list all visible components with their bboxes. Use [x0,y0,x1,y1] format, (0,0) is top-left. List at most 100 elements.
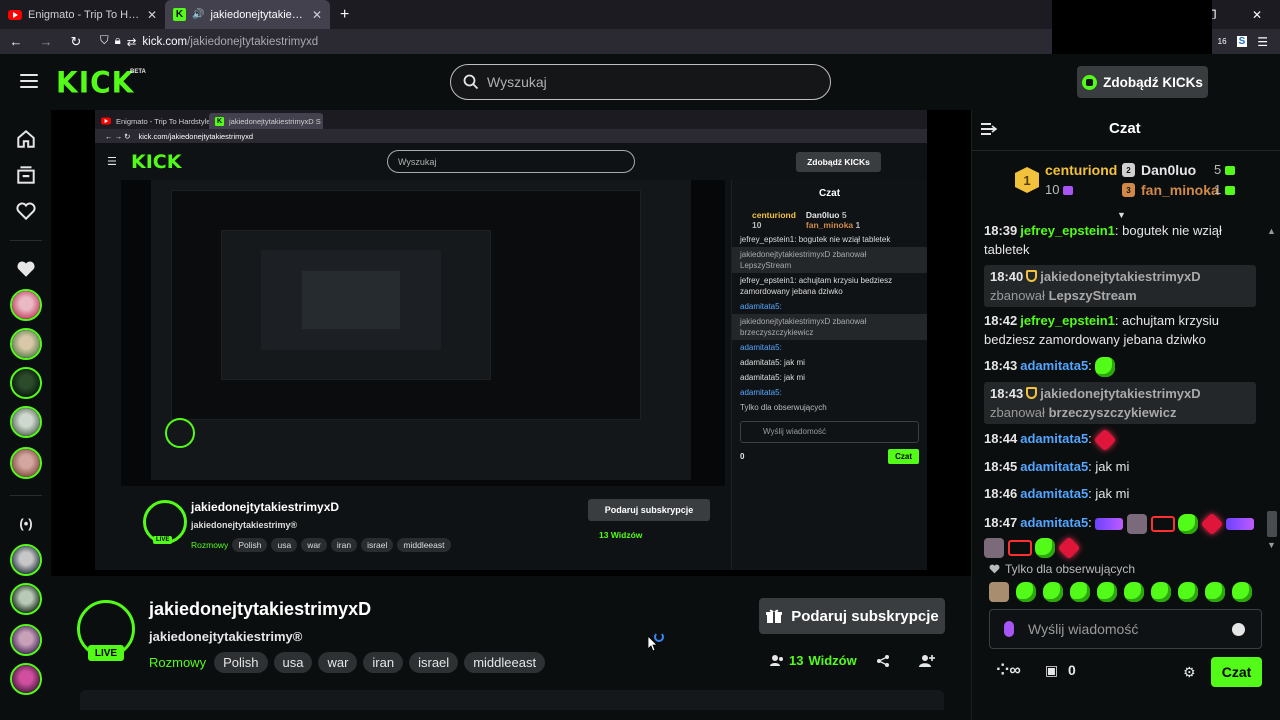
message-username[interactable]: adamitata5 [1020,515,1088,530]
emoji-picker-icon[interactable] [1232,623,1245,636]
nested-tag: Polish [232,538,268,552]
green-emote-icon[interactable] [1124,582,1144,602]
stream-tag[interactable]: usa [273,652,313,673]
followed-channel-avatar[interactable] [10,447,42,479]
browse-icon[interactable] [15,164,37,186]
nested-lb-count: 5 [841,210,847,220]
browser-tab-kick[interactable]: K 🔊 jakiedonejtytakiestrimyxD S ✕ [165,0,330,29]
message-username[interactable]: adamitata5 [1020,486,1088,501]
microphone-icon[interactable] [1004,621,1014,637]
recommended-channel-avatar[interactable] [10,544,42,576]
cat-emote-icon[interactable] [989,582,1009,602]
chat-message-box[interactable] [989,609,1262,649]
gift-box-icon[interactable]: ▣ [1045,662,1058,679]
stream-tag[interactable]: israel [409,652,459,673]
recommended-channel-avatar[interactable] [10,624,42,656]
gifter-name-first[interactable]: centuriond [1045,162,1117,178]
nested-lb-name: fan_minoka [805,220,854,230]
speaker-icon[interactable]: 🔊 [192,9,204,20]
streamer-username[interactable]: jakiedonejtytakiestrimy® [149,629,302,644]
home-icon[interactable] [15,128,37,150]
channel-points-icon[interactable]: ⁘∞ [996,660,1021,680]
chat-settings-icon[interactable]: ⚙ [1183,664,1196,681]
moderator-name[interactable]: jakiedonejtytakiestrimyxD [1040,269,1200,284]
first-place-badge-icon: 1 [1015,167,1039,193]
site-info-icon[interactable]: ⇄ [127,35,137,49]
message-time: 18:39 [984,223,1018,238]
message-text: : jak mi [1088,459,1130,474]
hamburger-menu-icon[interactable] [20,74,38,88]
stream-tag[interactable]: iran [363,652,404,673]
message-username[interactable]: adamitata5 [1020,459,1088,474]
stream-tag[interactable]: middleeast [464,652,546,673]
lock-icon[interactable]: 🔒︎ [115,35,121,48]
gift-sub-icon [1225,166,1236,176]
search-icon [463,74,479,90]
chat-message: 18:45 adamitata5: jak mi [984,457,1256,476]
reload-icon[interactable]: ↻ [68,34,84,50]
overlay-panel [1052,0,1212,58]
recommended-channel-avatar[interactable] [10,663,42,695]
browser-tab-youtube[interactable]: Enigmato - Trip To Hardstyl ✕ [0,0,165,29]
address-bar[interactable]: ⛉ 🔒︎ ⇄ kick.com/jakiedonejtytakiestrimyx… [100,35,318,49]
menu-icon[interactable]: ☰ [1257,35,1268,49]
new-tab-button[interactable]: + [330,0,359,29]
scroll-up-icon[interactable]: ▲ [1267,226,1276,236]
stream-category[interactable]: Rozmowy [149,655,206,670]
video-player[interactable]: Enigmato - Trip To Hardstyle Kjakiedonej… [51,110,971,576]
extension-icon[interactable]: S [1236,36,1248,47]
message-username[interactable]: jefrey_epstein1 [1020,313,1115,328]
green-emote-icon[interactable] [1097,582,1117,602]
followed-channel-avatar[interactable] [10,367,42,399]
recommended-channel-avatar[interactable] [10,583,42,615]
moderation-action: zbanował [990,405,1045,420]
search-bar[interactable] [450,64,831,100]
collapse-chat-icon[interactable] [981,122,997,136]
scroll-down-icon[interactable]: ▼ [1267,540,1276,550]
followed-channel-avatar[interactable] [10,328,42,360]
message-username[interactable]: adamitata5 [1020,431,1088,446]
stream-tag[interactable]: Polish [214,652,268,673]
get-kicks-button[interactable]: Zdobądź KICKs [1077,66,1208,98]
green-emote-icon[interactable] [1016,582,1036,602]
green-emote-icon[interactable] [1043,582,1063,602]
gift-subscription-button[interactable]: Podaruj subskrypcje [759,598,945,634]
green-emote-icon[interactable] [1151,582,1171,602]
chat-scrollbar[interactable] [1267,511,1277,537]
stream-tag[interactable]: war [318,652,358,673]
message-time: 18:43 [984,358,1018,373]
chat-message-input[interactable] [1028,621,1208,637]
gifter-count-value: 5 [1214,162,1222,177]
followed-channel-avatar[interactable] [10,289,42,321]
back-arrow-icon[interactable]: ← [8,34,24,49]
following-heart-icon[interactable] [15,200,37,222]
forward-arrow-icon[interactable]: → [38,34,54,49]
close-tab-icon[interactable]: ✕ [312,8,322,22]
banned-user[interactable]: brzeczyszczykiewicz [1049,405,1177,420]
message-time: 18:42 [984,313,1018,328]
banned-user[interactable]: LepszyStream [1049,288,1137,303]
gifter-third[interactable]: 3 fan_minoka [1122,182,1219,198]
nested-chat-message: jakiedonejtytakiestrimyxD zbanował brzec… [732,314,927,340]
send-chat-button[interactable]: Czat [1211,657,1262,687]
green-emote-icon[interactable] [1205,582,1225,602]
extension-badge[interactable]: 16 [1218,37,1227,46]
gifter-second[interactable]: 2 Dan0luo [1122,162,1196,178]
green-emote-icon[interactable] [1070,582,1090,602]
moderator-name[interactable]: jakiedonejtytakiestrimyxD [1040,386,1200,401]
expand-leaderboard-icon[interactable]: ▼ [1117,210,1126,220]
search-input[interactable] [487,74,807,90]
followed-channel-avatar[interactable] [10,406,42,438]
message-username[interactable]: jefrey_epstein1 [1020,223,1115,238]
close-tab-icon[interactable]: ✕ [147,8,157,22]
red-gem-emote-icon [1057,536,1081,559]
close-window-icon[interactable]: ✕ [1234,0,1280,29]
message-username[interactable]: adamitata5 [1020,358,1088,373]
green-emote-icon[interactable] [1178,582,1198,602]
share-icon[interactable] [876,654,890,668]
kick-logo[interactable]: KICK [56,65,134,100]
follow-user-icon[interactable] [919,654,935,668]
green-emote-icon[interactable] [1232,582,1252,602]
shield-icon[interactable]: ⛉ [100,35,109,48]
gifter-count-value: 10 [1045,182,1060,197]
